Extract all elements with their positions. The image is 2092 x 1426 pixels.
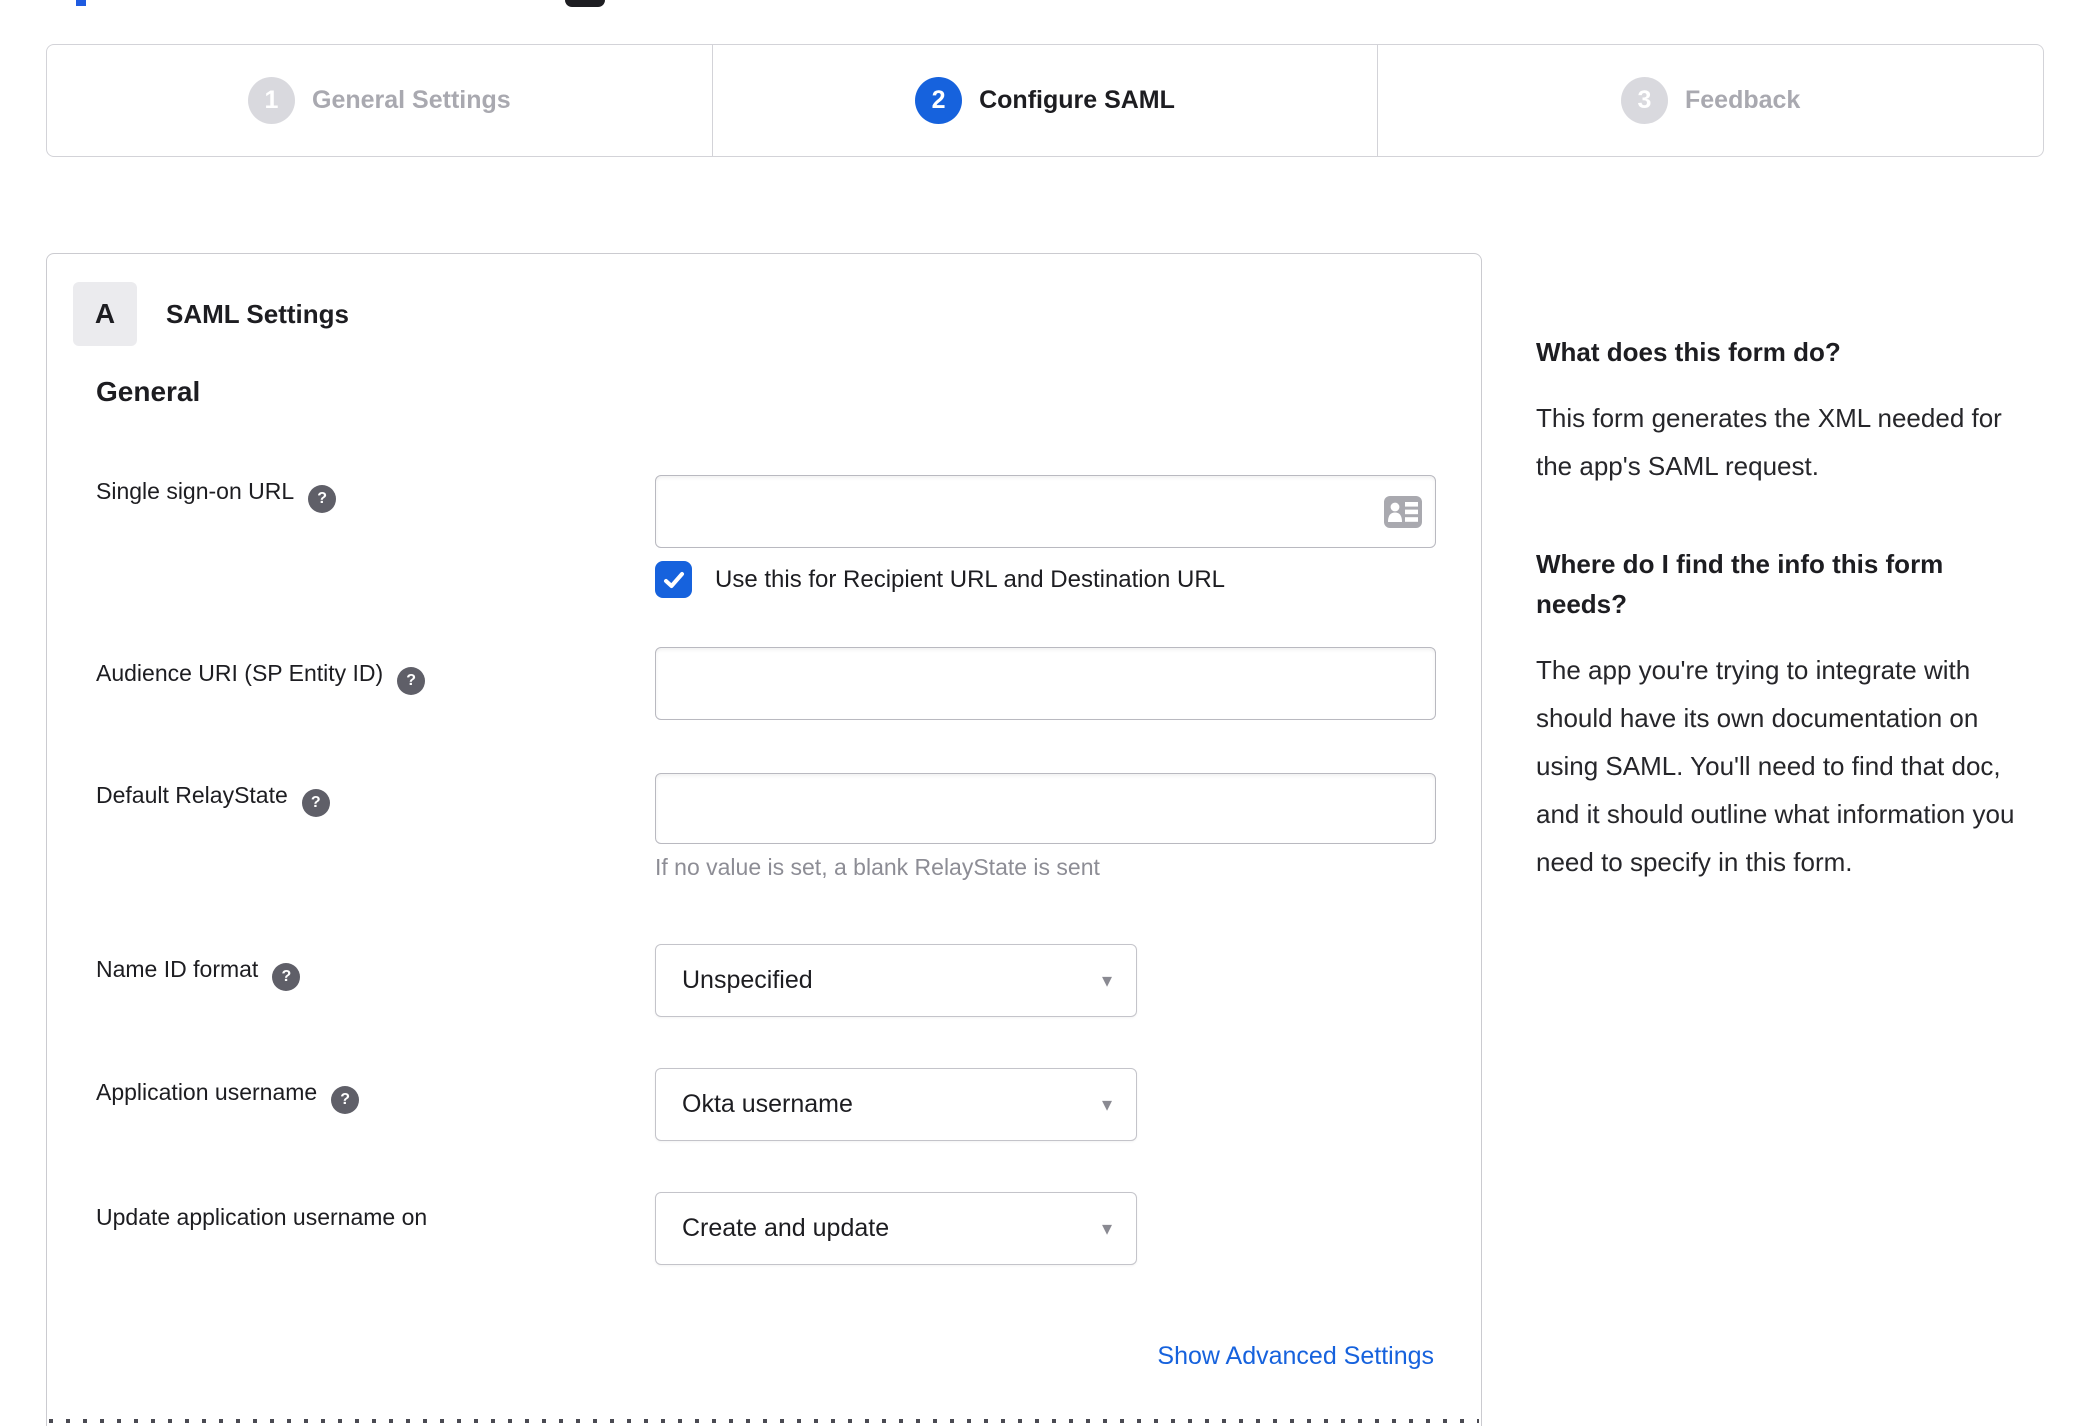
name-id-format-select[interactable]: Unspecified ▾	[655, 944, 1137, 1017]
selected-value: Unspecified	[682, 966, 813, 994]
help-icon[interactable]: ?	[301, 789, 330, 817]
step-label: Configure SAML	[979, 86, 1175, 114]
sidebar-heading-where: Where do I find the info this form needs…	[1536, 549, 1944, 619]
application-username-select[interactable]: Okta username ▾	[655, 1068, 1137, 1141]
step-number-badge: 3	[1621, 77, 1668, 124]
help-icon[interactable]: ?	[331, 1086, 360, 1114]
chevron-down-icon: ▾	[1101, 970, 1112, 992]
section-badge-a: A	[73, 282, 137, 346]
contact-card-icon[interactable]	[1384, 496, 1422, 528]
sidebar-body-where: The app you're trying to integrate with …	[1536, 655, 2015, 877]
help-icon[interactable]: ?	[308, 485, 337, 513]
recipient-url-checkbox-label: Use this for Recipient URL and Destinati…	[715, 566, 1226, 593]
update-application-username-select[interactable]: Create and update ▾	[655, 1192, 1137, 1265]
audience-uri-label: Audience URI (SP Entity ID)?	[96, 656, 426, 695]
help-sidebar: What does this form do? This form genera…	[1536, 318, 2028, 940]
group-heading-general: General	[96, 376, 201, 407]
default-relaystate-input[interactable]	[655, 773, 1436, 844]
step-number-badge: 2	[915, 77, 963, 124]
help-icon[interactable]: ?	[272, 963, 301, 991]
audience-uri-input[interactable]	[655, 647, 1436, 720]
chevron-down-icon: ▾	[1101, 1218, 1112, 1240]
selected-value: Create and update	[682, 1214, 890, 1242]
name-id-format-label: Name ID format?	[96, 952, 301, 991]
chevron-down-icon: ▾	[1101, 1094, 1112, 1116]
wizard-stepper: 1 General Settings 2 Configure SAML 3 Fe…	[46, 44, 2044, 157]
sso-url-label: Single sign-on URL?	[96, 474, 337, 513]
sidebar-body-what: This form generates the XML needed for t…	[1536, 403, 2002, 481]
checkmark-icon	[663, 571, 684, 588]
step-number-badge: 1	[248, 77, 295, 124]
default-relaystate-label: Default RelayState?	[96, 778, 330, 817]
step-general-settings[interactable]: 1 General Settings	[47, 45, 712, 156]
section-dashed-divider	[49, 1419, 1479, 1423]
step-label: General Settings	[312, 86, 511, 114]
step-feedback[interactable]: 3 Feedback	[1377, 45, 2043, 156]
update-application-username-label: Update application username on	[96, 1204, 428, 1230]
clipped-blue-element	[76, 0, 86, 6]
single-sign-on-url-input[interactable]	[655, 475, 1436, 548]
selected-value: Okta username	[682, 1090, 853, 1118]
clipped-dark-element	[565, 0, 605, 7]
section-title: SAML Settings	[166, 299, 349, 329]
application-username-label: Application username?	[96, 1075, 360, 1114]
relaystate-helper-text: If no value is set, a blank RelayState i…	[655, 854, 1100, 880]
help-icon[interactable]: ?	[397, 667, 426, 695]
configure-saml-page: { "colors": { "accent_blue": "#1662dd", …	[0, 0, 2092, 1426]
saml-settings-panel: A SAML Settings General Single sign-on U…	[46, 253, 1482, 1426]
show-advanced-settings-link[interactable]: Show Advanced Settings	[1157, 1342, 1434, 1371]
sidebar-heading-what: What does this form do?	[1536, 337, 1841, 367]
step-label: Feedback	[1685, 86, 1801, 114]
step-configure-saml[interactable]: 2 Configure SAML	[711, 45, 1378, 156]
recipient-url-checkbox[interactable]	[655, 561, 692, 598]
